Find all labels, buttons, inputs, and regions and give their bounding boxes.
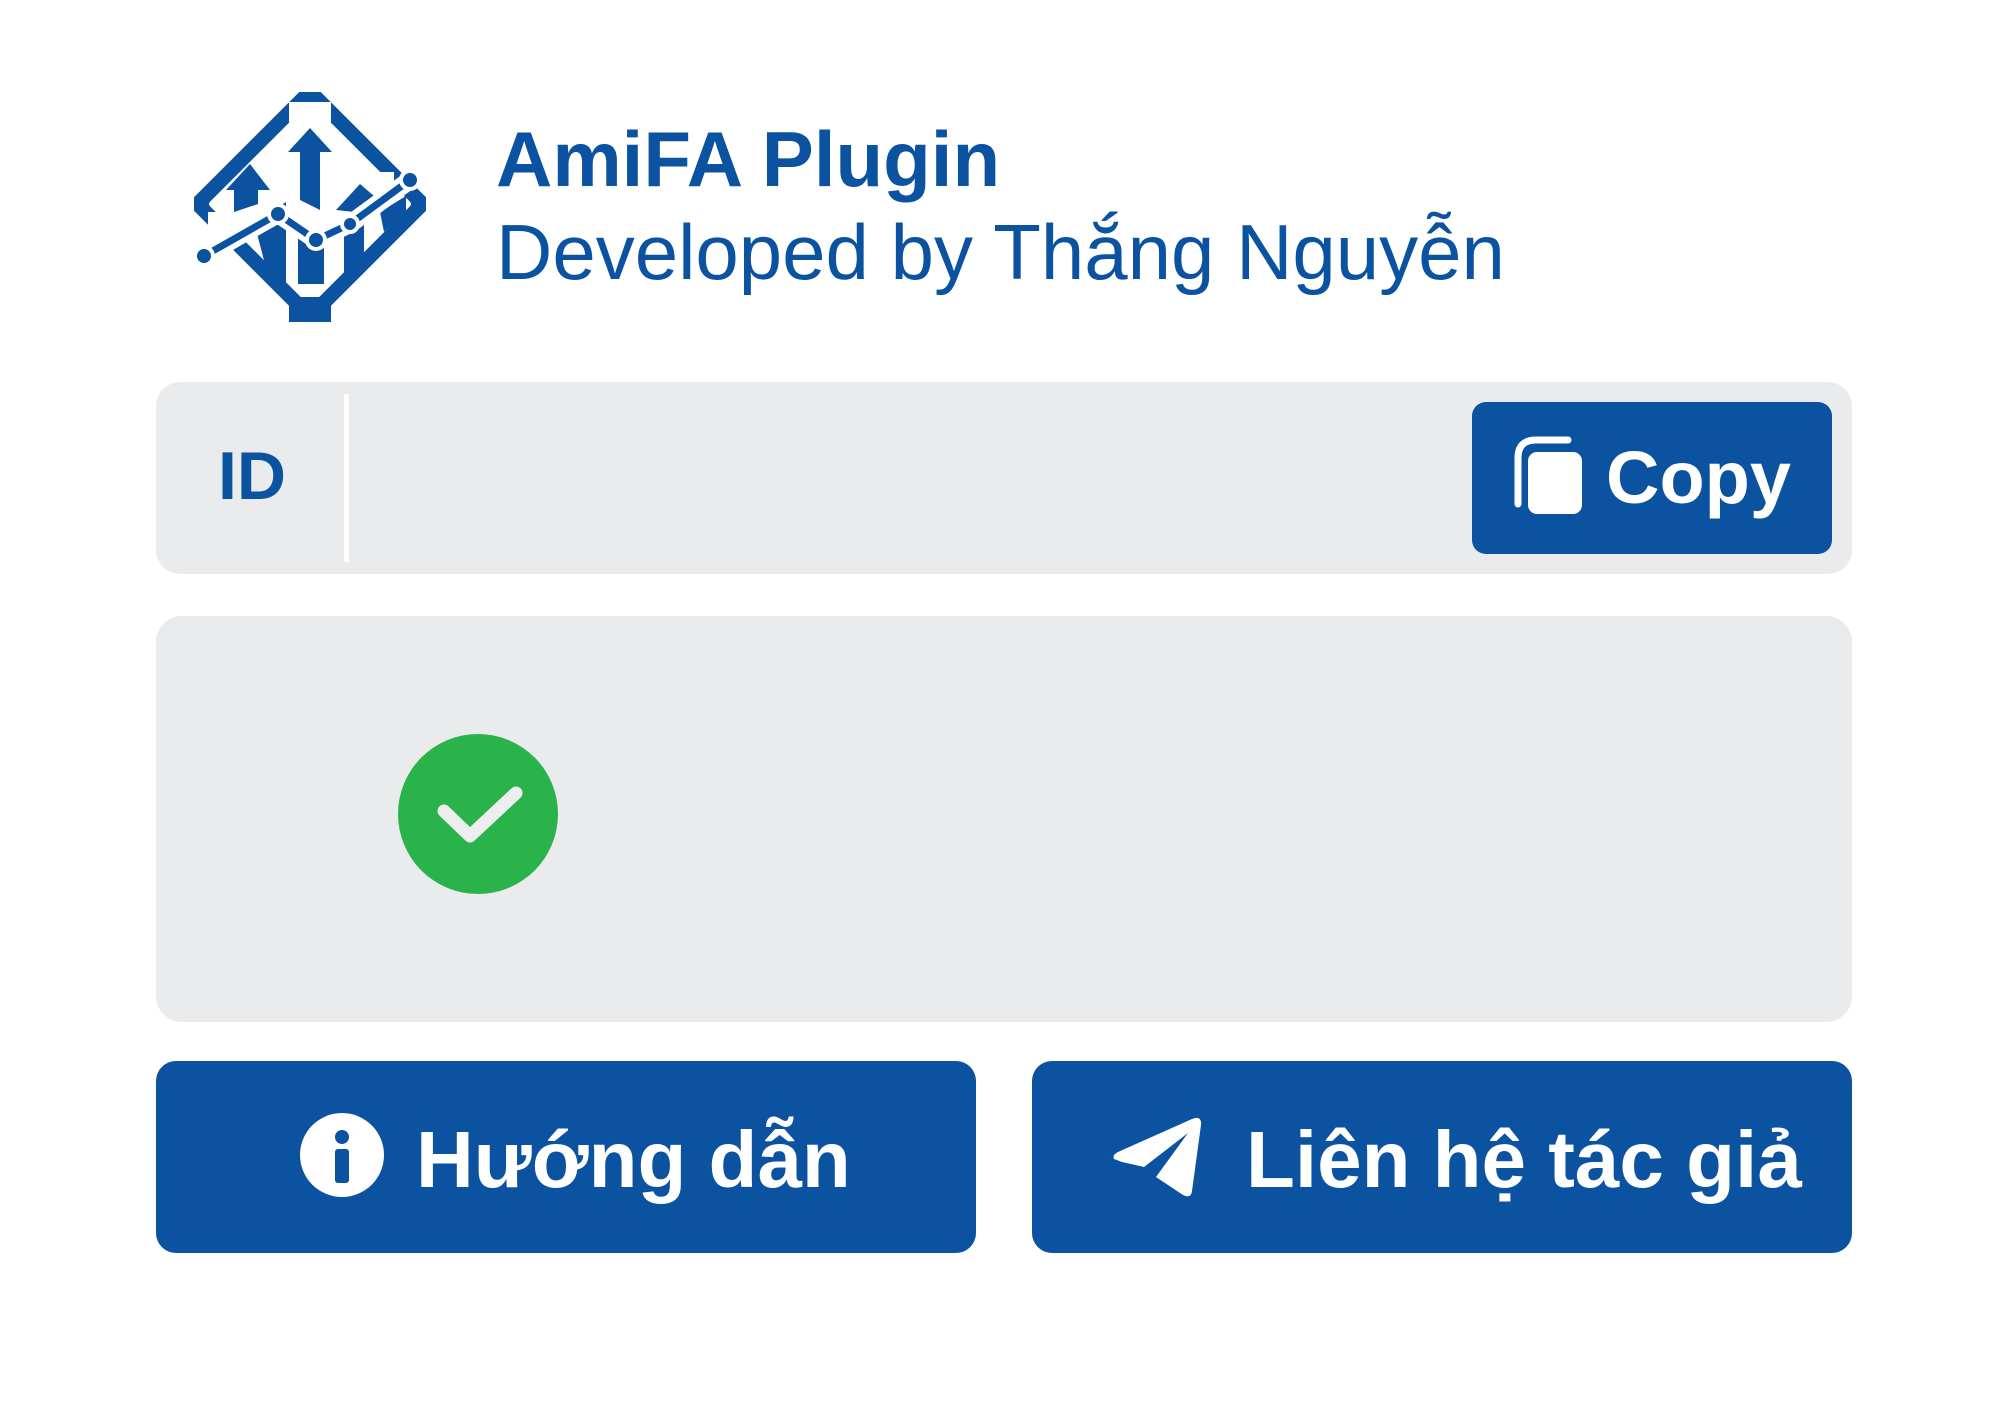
contact-label: Liên hệ tác giả: [1246, 1115, 1802, 1204]
app-subtitle: Developed by Thắng Nguyễn: [496, 208, 1505, 296]
copy-button[interactable]: Copy: [1472, 402, 1832, 554]
copy-label: Copy: [1606, 436, 1791, 519]
guide-label: Hướng dẫn: [416, 1115, 851, 1204]
id-label: ID: [218, 438, 286, 514]
amifa-logo-icon: [194, 92, 426, 322]
status-panel: [156, 616, 1852, 1022]
plugin-header: AmiFA Plugin Developed by Thắng Nguyễn: [194, 92, 1505, 322]
id-value[interactable]: [376, 434, 1376, 518]
telegram-send-icon: [1113, 1117, 1202, 1197]
contact-author-button[interactable]: Liên hệ tác giả: [1032, 1061, 1852, 1253]
check-circle-icon: [398, 734, 558, 894]
guide-button[interactable]: Hướng dẫn: [156, 1061, 976, 1253]
copy-icon: [1514, 436, 1582, 514]
id-field: ID Copy: [156, 382, 1852, 574]
info-icon: [300, 1113, 384, 1197]
app-title: AmiFA Plugin: [496, 115, 1001, 203]
header-titles: AmiFA Plugin Developed by Thắng Nguyễn: [496, 114, 1505, 300]
id-divider: [344, 394, 349, 562]
